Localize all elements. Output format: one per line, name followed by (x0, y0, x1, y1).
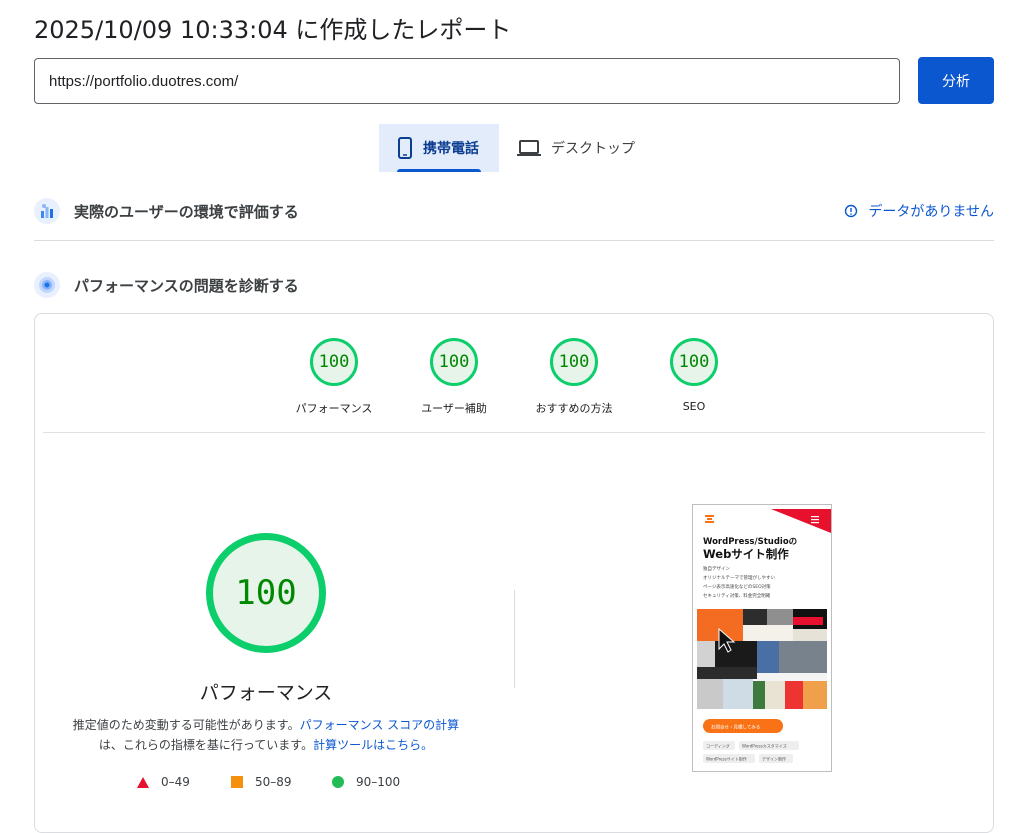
triangle-icon (137, 776, 149, 788)
score-value: 100 (310, 338, 358, 386)
legend-range: 50–89 (255, 775, 292, 789)
score-calc-link[interactable]: パフォーマンス スコアの計算 (300, 718, 460, 732)
shot-line: 独自デザイン (703, 565, 730, 572)
diagnostics-heading: パフォーマンスの問題を診断する (74, 276, 299, 295)
performance-label: パフォーマンス (199, 682, 333, 704)
shot-line: セキュリティ対策、料金完全明確 (703, 592, 771, 599)
crux-chart-icon (34, 198, 60, 224)
score-gauge-performance[interactable]: 100 パフォーマンス (274, 336, 394, 416)
score-label: おすすめの方法 (535, 402, 613, 415)
shot-cta-label: お問合せ・見積してみる (711, 724, 760, 731)
score-value: 100 (550, 338, 598, 386)
smartphone-icon (398, 137, 412, 159)
desc-mid: は、これらの指標を基に行っています。 (98, 738, 314, 752)
shot-line: ページ表示高速化などのSEO対策 (703, 583, 771, 590)
score-label: ユーザー補助 (421, 402, 487, 415)
calculator-link[interactable]: 計算ツールはこちら。 (313, 738, 433, 752)
field-data-heading: 実際のユーザーの環境で評価する (74, 202, 299, 221)
square-icon (231, 776, 243, 788)
diagnostics-section: パフォーマンスの問題を診断する (34, 270, 994, 300)
shot-headline-1: WordPress/Studioの (703, 537, 797, 547)
legend-range: 90–100 (356, 775, 401, 789)
tab-desktop[interactable]: デスクトップ (515, 124, 645, 172)
laptop-icon (517, 140, 541, 156)
no-data-text: データがありません (868, 204, 994, 220)
vertical-divider (514, 590, 515, 688)
tab-mobile[interactable]: 携帯電話 (379, 124, 499, 172)
legend-fail: 0–49 (137, 775, 190, 789)
score-gauge-accessibility[interactable]: 100 ユーザー補助 (394, 336, 514, 416)
page-screenshot: WordPress/Studioの Webサイト制作 独自デザイン オリジナルテ… (692, 504, 832, 772)
tab-mobile-label: 携帯電話 (423, 141, 479, 157)
shot-headline-2: Webサイト制作 (703, 547, 789, 561)
performance-score-gauge: 100 (206, 533, 326, 653)
shot-tag: コーディング (706, 743, 730, 749)
active-tab-indicator (397, 169, 481, 172)
gauges-divider (43, 432, 985, 433)
site-logo-icon (705, 515, 714, 523)
section-divider (34, 240, 994, 241)
score-label: パフォーマンス (295, 402, 373, 415)
legend-pass: 90–100 (332, 775, 400, 789)
url-input[interactable] (34, 58, 900, 104)
no-data-link[interactable]: データがありません (844, 196, 994, 226)
shot-tag: デザイン制作 (762, 756, 786, 762)
shot-tag: WordPressカスタマイズ (742, 743, 787, 749)
performance-description: 推定値のため変動する可能性があります。パフォーマンス スコアの計算は、これらの指… (66, 715, 466, 755)
circle-icon (332, 776, 344, 788)
report-title: 2025/10/09 10:33:04 に作成したレポート (34, 16, 512, 44)
score-value: 100 (430, 338, 478, 386)
field-data-section: 実際のユーザーの環境で評価する データがありません (34, 196, 994, 226)
shot-line: オリジナルテーマで管理がしやすい (703, 574, 775, 581)
score-label: SEO (682, 400, 706, 413)
score-value: 100 (670, 338, 718, 386)
desc-prefix: 推定値のため変動する可能性があります。 (72, 718, 300, 732)
portfolio-collage (697, 609, 827, 709)
score-gauge-best-practices[interactable]: 100 おすすめの方法 (514, 336, 634, 416)
legend-range: 0–49 (161, 775, 190, 789)
shot-tag: WordPressサイト制作 (706, 756, 747, 762)
legend-average: 50–89 (231, 775, 292, 789)
info-icon (845, 204, 858, 218)
score-gauge-seo[interactable]: 100 SEO (634, 336, 754, 413)
analyze-button[interactable]: 分析 (918, 57, 994, 104)
lighthouse-icon (34, 272, 60, 298)
header-decoration (771, 509, 831, 533)
tab-desktop-label: デスクトップ (551, 141, 635, 157)
